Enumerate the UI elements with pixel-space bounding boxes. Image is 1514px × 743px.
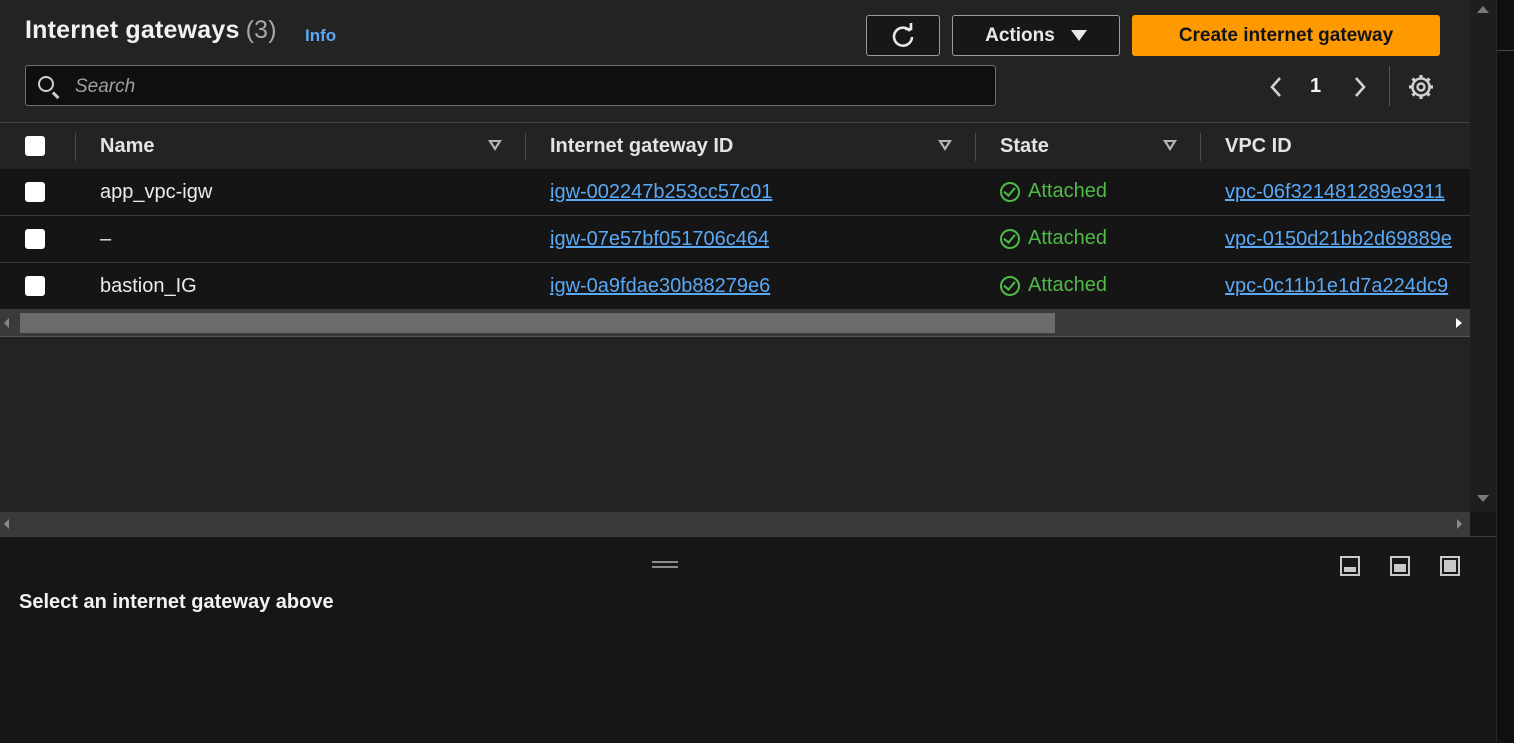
gateway-id-link[interactable]: igw-07e57bf051706c464 <box>550 228 769 251</box>
row-checkbox[interactable] <box>25 276 45 296</box>
resource-count: (3) <box>245 16 277 44</box>
row-checkbox[interactable] <box>25 229 45 249</box>
page-title: Internet gateways (3) <box>25 16 277 45</box>
sort-state-icon[interactable] <box>1163 140 1177 151</box>
search-icon <box>38 76 54 92</box>
split-panel-side-icon[interactable] <box>1389 555 1411 577</box>
previous-page-icon[interactable] <box>1268 76 1284 98</box>
page-number[interactable]: 1 <box>1310 75 1321 98</box>
check-circle-icon <box>1000 228 1020 249</box>
scroll-right-icon[interactable] <box>1456 318 1462 328</box>
sort-gateway-id-icon[interactable] <box>938 140 952 151</box>
state-text: Attached <box>1028 180 1107 202</box>
gateway-id-link[interactable]: igw-0a9fdae30b88279e6 <box>550 275 770 298</box>
column-divider[interactable] <box>525 133 526 161</box>
settings-gear-icon[interactable] <box>1406 72 1436 102</box>
scroll-down-icon[interactable] <box>1477 495 1489 502</box>
gateway-name: – <box>100 228 112 250</box>
resize-handle-icon[interactable] <box>652 561 678 569</box>
sort-name-icon[interactable] <box>488 140 502 151</box>
actions-dropdown[interactable]: Actions <box>952 15 1120 56</box>
status-badge: Attached <box>1000 274 1107 297</box>
table-row[interactable]: app_vpc-igw igw-002247b253cc57c01 Attach… <box>0 169 1470 216</box>
state-text: Attached <box>1028 227 1107 249</box>
next-page-icon[interactable] <box>1352 76 1368 98</box>
table-header: Name Internet gateway ID State VPC ID <box>0 122 1470 170</box>
row-checkbox[interactable] <box>25 182 45 202</box>
split-panel-bottom-icon[interactable] <box>1339 555 1361 577</box>
right-edge-panel <box>1496 0 1514 742</box>
column-divider[interactable] <box>1200 133 1201 161</box>
page-title-text: Internet gateways <box>25 16 240 44</box>
actions-label: Actions <box>985 24 1055 46</box>
scrollbar-thumb[interactable] <box>20 313 1055 333</box>
table-row[interactable]: bastion_IG igw-0a9fdae30b88279e6 Attache… <box>0 263 1470 310</box>
info-link[interactable]: Info <box>305 26 336 46</box>
gateway-name: app_vpc-igw <box>100 181 213 203</box>
column-header-vpc-id[interactable]: VPC ID <box>1225 135 1292 158</box>
check-circle-icon <box>1000 275 1020 296</box>
column-divider[interactable] <box>975 133 976 161</box>
detail-panel-message: Select an internet gateway above <box>19 591 334 613</box>
page-vertical-scrollbar[interactable] <box>1470 0 1496 512</box>
column-header-state[interactable]: State <box>1000 135 1049 158</box>
table-horizontal-scrollbar[interactable] <box>0 310 1470 337</box>
vpc-id-link[interactable]: vpc-0c11b1e1d7a224dc9 <box>1225 275 1448 298</box>
column-divider <box>75 133 76 161</box>
state-text: Attached <box>1028 274 1107 296</box>
create-internet-gateway-button[interactable]: Create internet gateway <box>1132 15 1440 56</box>
scroll-up-icon[interactable] <box>1477 6 1489 13</box>
scroll-left-icon[interactable] <box>4 318 9 328</box>
gateway-name: bastion_IG <box>100 275 197 297</box>
refresh-button[interactable] <box>866 15 940 56</box>
page-horizontal-scrollbar[interactable] <box>0 512 1470 536</box>
refresh-icon <box>892 22 914 47</box>
select-all-checkbox[interactable] <box>25 136 45 156</box>
vpc-id-link[interactable]: vpc-0150d21bb2d69889e <box>1225 228 1452 251</box>
divider <box>1389 66 1390 106</box>
divider <box>1497 50 1514 51</box>
detail-split-panel: Select an internet gateway above <box>0 536 1496 743</box>
column-header-gateway-id[interactable]: Internet gateway ID <box>550 135 733 158</box>
status-badge: Attached <box>1000 227 1107 250</box>
check-circle-icon <box>1000 181 1020 202</box>
caret-down-icon <box>1070 30 1087 41</box>
search-input[interactable] <box>73 72 977 102</box>
main-panel: Internet gateways (3) Info Actions Create… <box>0 0 1470 512</box>
table-row[interactable]: – igw-07e57bf051706c464 Attached vpc-015… <box>0 216 1470 263</box>
scroll-right-icon[interactable] <box>1457 519 1462 529</box>
column-header-name[interactable]: Name <box>100 135 154 158</box>
gateway-id-link[interactable]: igw-002247b253cc57c01 <box>550 181 772 204</box>
status-badge: Attached <box>1000 180 1107 203</box>
vpc-id-link[interactable]: vpc-06f321481289e9311 <box>1225 181 1445 204</box>
split-panel-full-icon[interactable] <box>1439 555 1461 577</box>
scroll-left-icon[interactable] <box>4 519 9 529</box>
search-box <box>25 65 996 106</box>
